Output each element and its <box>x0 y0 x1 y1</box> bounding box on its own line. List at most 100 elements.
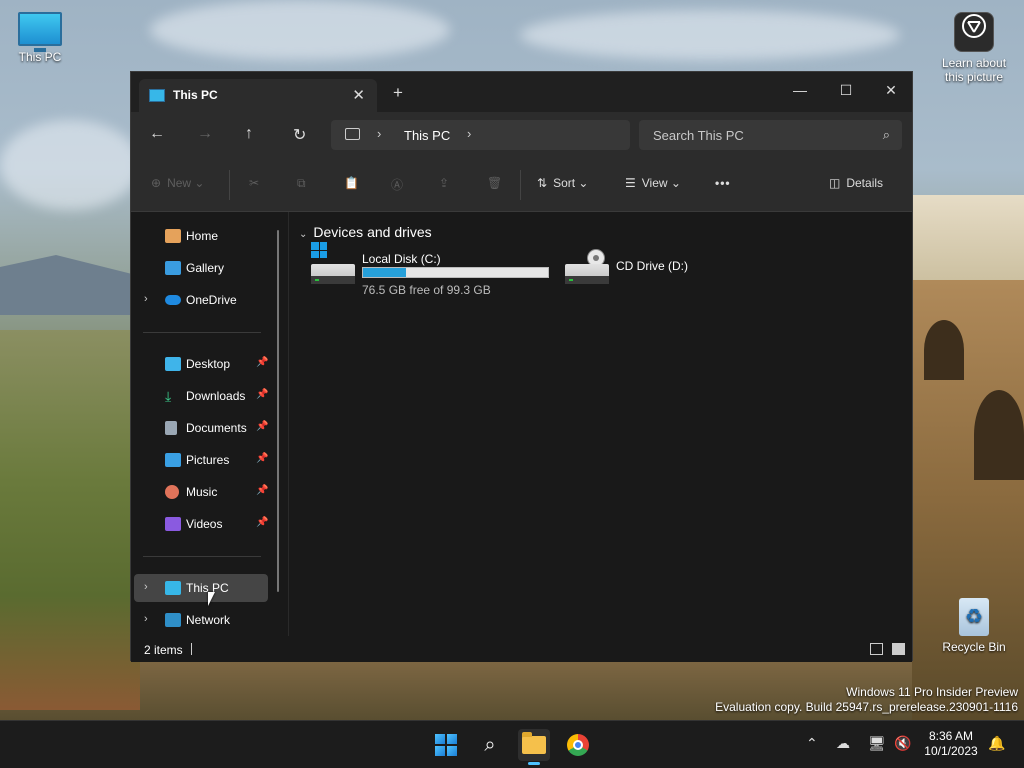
sidebar-item-downloads[interactable]: ⤓ Downloads 📌 <box>134 382 268 410</box>
close-button[interactable]: ✕ <box>868 76 914 104</box>
details-button[interactable]: ◫ Details <box>829 176 883 190</box>
mouse-cursor-icon <box>208 592 215 606</box>
search-box[interactable]: Search This PC ⌕ <box>639 120 902 150</box>
learn-about-picture-icon[interactable]: Learn about this picture <box>934 12 1014 84</box>
tab-this-pc[interactable]: This PC ✕ <box>139 79 377 112</box>
sidebar-item-videos[interactable]: Videos 📌 <box>134 510 268 538</box>
share-icon[interactable]: ⇪ <box>439 176 449 190</box>
sidebar-item-label: Desktop <box>186 357 231 371</box>
sidebar-item-gallery[interactable]: Gallery <box>134 254 268 282</box>
cd-drive-icon <box>565 249 609 284</box>
title-bar[interactable]: This PC ✕ + — ☐ ✕ <box>131 72 912 112</box>
sidebar-item-documents[interactable]: Documents 📌 <box>134 414 268 442</box>
drive-c-usage-bar <box>362 267 549 278</box>
sidebar-item-label: Home <box>186 229 219 243</box>
document-icon <box>165 421 177 435</box>
delete-icon[interactable]: 🗑 <box>487 176 502 190</box>
address-bar[interactable]: › This PC › <box>331 120 630 150</box>
monitor-icon <box>18 12 62 52</box>
new-tab-button[interactable]: + <box>393 83 403 103</box>
evaluation-watermark: Windows 11 Pro Insider Preview Evaluatio… <box>715 685 1018 715</box>
address-bar-row: ← → ↑ ↻ › This PC › Search This PC ⌕ <box>131 112 912 158</box>
details-pane-icon: ◫ <box>829 176 841 190</box>
tab-close-button[interactable]: ✕ <box>352 86 365 104</box>
camera-icon <box>954 12 994 52</box>
maximize-button[interactable]: ☐ <box>823 76 869 104</box>
network-icon <box>165 613 181 627</box>
desktop-icon <box>165 357 181 371</box>
drive-c-free-space: 76.5 GB free of 99.3 GB <box>362 283 491 297</box>
watermark-line-1: Windows 11 Pro Insider Preview <box>846 685 1018 699</box>
forward-button[interactable]: → <box>197 125 213 143</box>
chevron-right-icon[interactable]: › <box>467 126 471 141</box>
sidebar-item-music[interactable]: Music 📌 <box>134 478 268 506</box>
command-bar: ⊕ New ⌄ ✂ ⧉ 📋 Ⓐ ⇪ 🗑 ⇅ Sort ⌄ ☰ View ⌄ ••• ◫… <box>131 158 912 212</box>
up-button[interactable]: ↑ <box>245 125 253 143</box>
sidebar-item-label: Downloads <box>186 389 246 403</box>
more-options-button[interactable]: ••• <box>715 176 731 190</box>
back-button[interactable]: ← <box>149 125 165 143</box>
sidebar-item-label: Music <box>186 485 218 499</box>
details-view-button[interactable] <box>870 643 883 655</box>
cut-icon[interactable]: ✂ <box>249 176 259 190</box>
desktop-this-pc-label: This PC <box>18 50 62 64</box>
copy-icon[interactable]: ⧉ <box>297 176 306 191</box>
content-pane: ⌄ Devices and drives Local Disk (C:) 76.5… <box>289 212 913 636</box>
music-icon <box>165 485 179 499</box>
pictures-icon <box>165 453 181 467</box>
drive-c-name: Local Disk (C:) <box>362 252 441 266</box>
gallery-icon <box>165 261 181 275</box>
item-count: 2 items <box>144 643 183 657</box>
breadcrumb-this-pc[interactable]: This PC <box>404 128 450 143</box>
new-label: New <box>167 176 192 190</box>
view-button[interactable]: ☰ View ⌄ <box>625 176 681 190</box>
plus-circle-icon: ⊕ <box>151 176 162 190</box>
pin-icon: 📌 <box>256 517 269 528</box>
chevron-right-icon[interactable]: › <box>377 126 381 141</box>
start-button[interactable] <box>430 729 462 761</box>
clock[interactable]: 8:36 AM 10/1/2023 <box>920 729 982 759</box>
view-icon: ☰ <box>625 176 636 190</box>
taskbar-chrome[interactable] <box>562 729 594 761</box>
tab-title: This PC <box>173 88 218 102</box>
sidebar-scrollbar[interactable] <box>277 230 279 592</box>
taskbar-search-button[interactable]: ⌕ <box>474 729 506 761</box>
search-icon: ⌕ <box>484 733 496 756</box>
pin-icon: 📌 <box>256 421 269 432</box>
sidebar-item-this-pc[interactable]: › This PC <box>134 574 268 602</box>
pin-icon: 📌 <box>256 357 269 368</box>
chevron-right-icon[interactable]: › <box>144 293 148 305</box>
clock-time: 8:36 AM <box>928 729 974 743</box>
new-button[interactable]: ⊕ New ⌄ <box>151 176 204 190</box>
sidebar-item-desktop[interactable]: Desktop 📌 <box>134 350 268 378</box>
refresh-button[interactable]: ↻ <box>293 125 306 145</box>
sidebar-item-label: Network <box>186 613 231 627</box>
sidebar-item-label: Pictures <box>186 453 230 467</box>
paste-icon[interactable]: 📋 <box>344 176 359 190</box>
taskbar-file-explorer[interactable] <box>518 729 550 765</box>
chevron-right-icon[interactable]: › <box>144 613 148 625</box>
sort-button[interactable]: ⇅ Sort ⌄ <box>537 176 588 190</box>
desktop-this-pc-icon[interactable]: This PC <box>0 12 80 64</box>
large-icons-view-button[interactable] <box>892 643 905 655</box>
navigation-pane: Home Gallery › OneDrive Desktop 📌 ⤓ Down… <box>131 212 279 636</box>
minimize-button[interactable]: — <box>777 76 823 104</box>
devices-group-header[interactable]: ⌄ Devices and drives <box>299 224 432 240</box>
chevron-right-icon[interactable]: › <box>144 581 148 593</box>
recycle-bin-icon[interactable]: ♻ Recycle Bin <box>934 598 1014 654</box>
sidebar-item-network[interactable]: › Network <box>134 606 268 634</box>
sidebar-item-pictures[interactable]: Pictures 📌 <box>134 446 268 474</box>
sidebar-item-onedrive[interactable]: › OneDrive <box>134 286 268 314</box>
rename-icon[interactable]: Ⓐ <box>391 176 403 193</box>
clock-date: 10/1/2023 <box>924 744 978 758</box>
sort-label: Sort <box>553 176 576 190</box>
volume-muted-icon[interactable]: 🔇 <box>894 735 911 752</box>
chevron-up-icon[interactable]: ⌃ <box>806 735 818 752</box>
pin-icon: 📌 <box>256 389 269 400</box>
sidebar-item-home[interactable]: Home <box>134 222 268 250</box>
status-bar: 2 items <box>131 636 912 662</box>
notification-bell-icon[interactable]: 🔔 <box>988 735 1005 752</box>
group-title: Devices and drives <box>313 224 432 240</box>
onedrive-icon[interactable]: ☁ <box>836 735 850 752</box>
network-icon[interactable]: 🖥 <box>868 735 886 752</box>
